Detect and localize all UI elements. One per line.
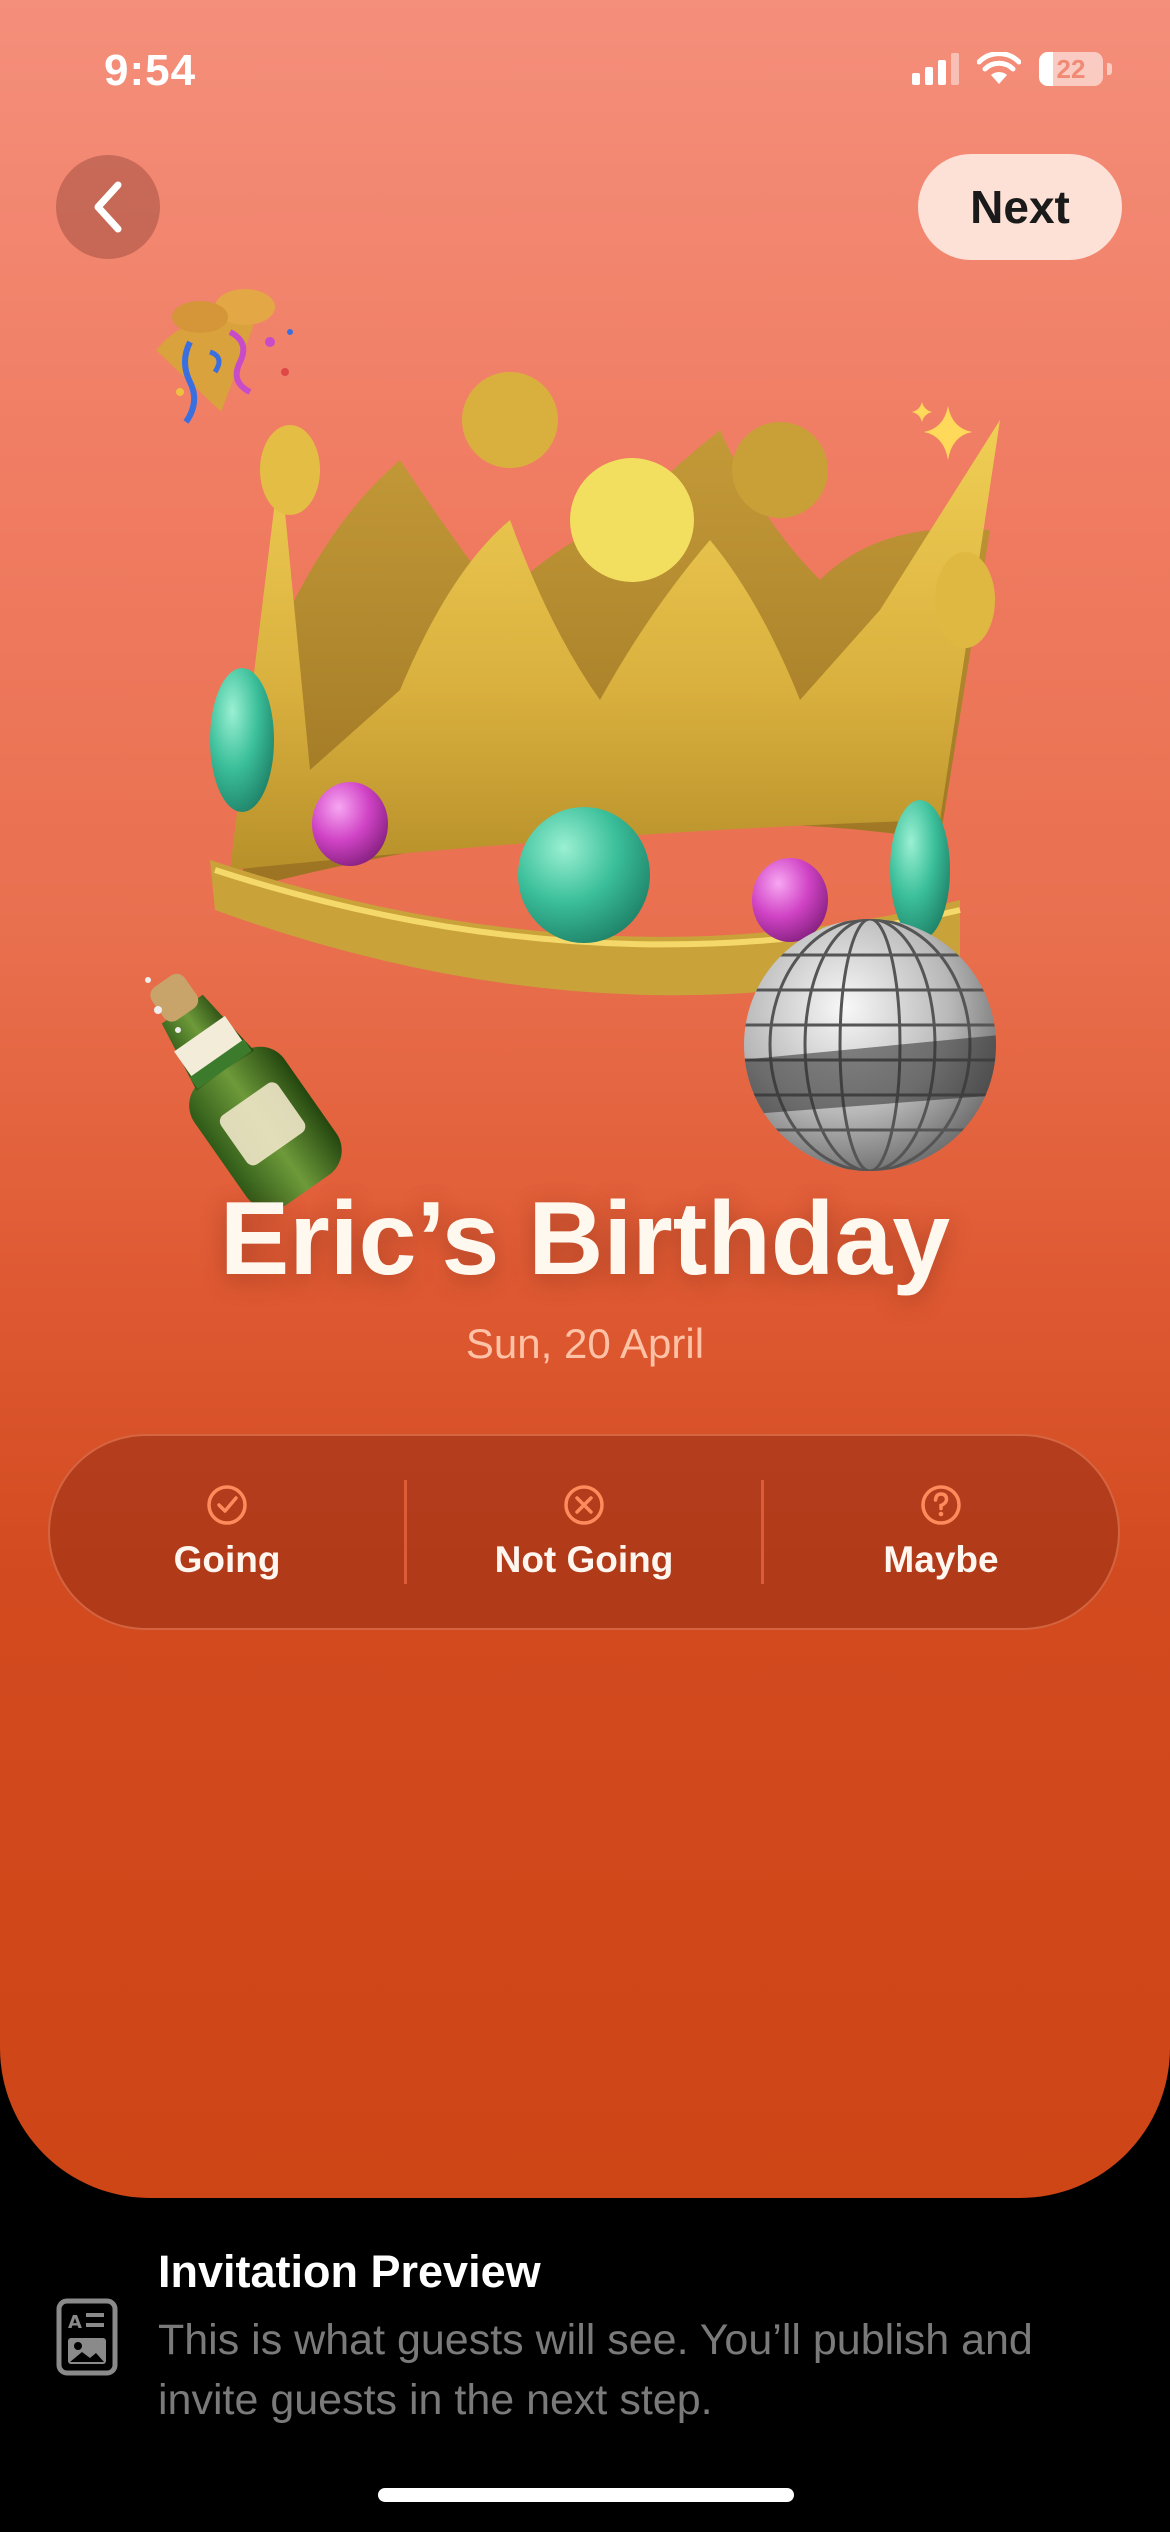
status-time: 9:54: [104, 46, 197, 95]
invitation-card-icon: A: [56, 2298, 118, 2376]
next-button[interactable]: Next: [918, 154, 1122, 260]
rsvp-not-going-label: Not Going: [494, 1539, 674, 1580]
rsvp-going-button[interactable]: Going: [50, 1436, 404, 1628]
status-icons: 22: [912, 52, 1112, 86]
rsvp-maybe-label: Maybe: [883, 1539, 999, 1580]
rsvp-not-going-button[interactable]: Not Going: [407, 1436, 761, 1628]
battery-tip: [1107, 63, 1112, 75]
cellular-signal-icon: [912, 53, 959, 85]
screen: 9:54 22 Next Eric’s Birthday Sun, 20 Apr…: [0, 0, 1170, 2532]
x-circle-icon: [564, 1485, 604, 1525]
info-body: This is what guests will see. You’ll pub…: [158, 2316, 1033, 2424]
battery-icon: 22: [1039, 52, 1103, 86]
wifi-icon: [977, 52, 1021, 84]
info-title: Invitation Preview: [158, 2246, 541, 2297]
rsvp-bar: Going Not Going Maybe: [48, 1434, 1120, 1630]
battery-level: 22: [1056, 53, 1086, 84]
home-indicator[interactable]: [378, 2488, 794, 2502]
svg-text:A: A: [68, 2312, 82, 2333]
back-button[interactable]: [56, 155, 160, 259]
disco-ball-icon: [744, 919, 996, 1171]
question-circle-icon: [921, 1485, 961, 1525]
rsvp-going-label: Going: [173, 1539, 281, 1580]
chevron-left-icon: [94, 181, 122, 233]
checkmark-circle-icon: [207, 1485, 247, 1525]
champagne-bottle-icon: [145, 973, 342, 1210]
event-title: Eric’s Birthday: [219, 1181, 951, 1297]
rsvp-maybe-button[interactable]: Maybe: [764, 1436, 1118, 1628]
event-date: Sun, 20 April: [465, 1320, 705, 1367]
invitation-card: 9:54 22 Next Eric’s Birthday Sun, 20 Apr…: [0, 0, 1170, 2198]
